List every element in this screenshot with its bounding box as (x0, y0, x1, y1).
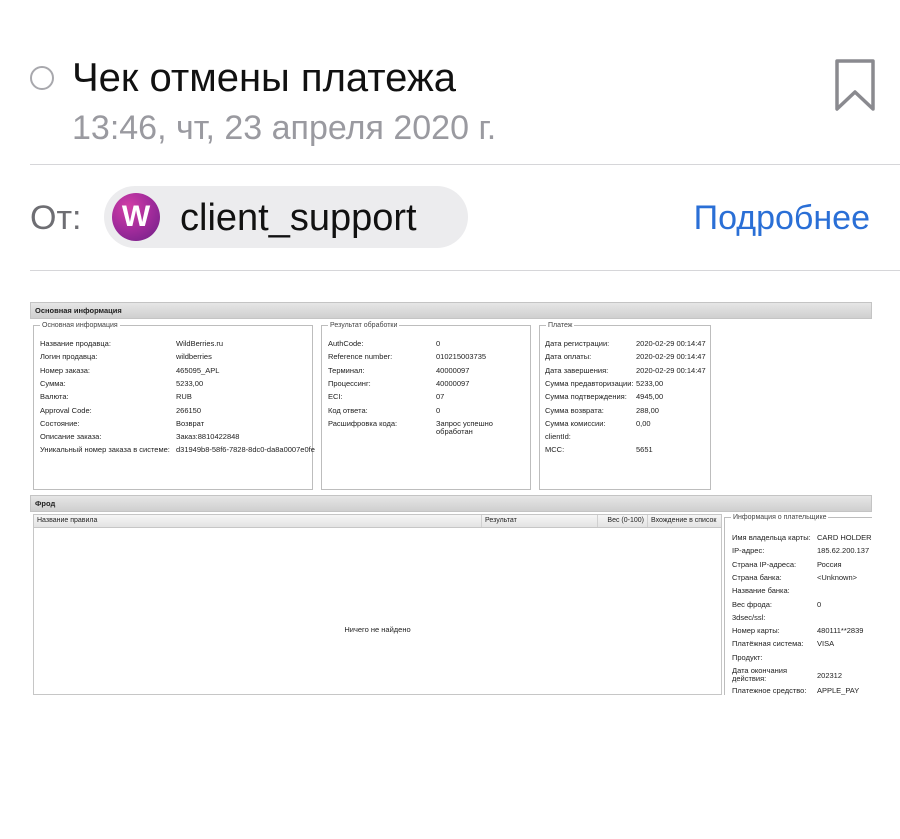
field-value: 5233,00 (636, 378, 664, 388)
field-value: 0,00 (636, 418, 651, 428)
message-date: 13:46, чт, 23 апреля 2020 г. (72, 109, 497, 147)
field-value-continued: обработан (436, 426, 473, 436)
field-value: 40000097 (436, 378, 470, 388)
field-label: Дата регистрации: (545, 339, 610, 348)
field-label: Сумма: (40, 378, 66, 388)
details-link[interactable]: Подробнее (694, 196, 870, 240)
field-value: 010215003735 (436, 352, 487, 362)
field-value: 0 (436, 339, 441, 348)
field-label: Расшифровка кода: (328, 418, 398, 428)
fraud-section-bar: Фрод (30, 495, 872, 512)
field-label: Дата оплаты: (545, 352, 592, 362)
field-value: d31949b8-58f6-7828-8dc0-da8a0007e0fe (176, 445, 315, 455)
field-label: IP-адрес: (732, 546, 765, 556)
field-value: wildberries (176, 352, 212, 362)
field-value: 40000097 (436, 365, 470, 375)
column-header-weight[interactable]: Вес (0-100) (598, 515, 648, 527)
field-label: Сумма возврата: (545, 405, 604, 415)
field-label: Состояние: (40, 418, 80, 428)
field-label: Сумма комиссии: (545, 418, 606, 428)
sender-name: client_support (180, 197, 417, 239)
payer-info-legend: Информация о плательщике (733, 514, 827, 521)
field-label: Валюта: (40, 392, 69, 402)
column-header-list-entry[interactable]: Вхождение в список (648, 515, 721, 527)
fraud-rules-table: Название правила Результат Вес (0-100) В… (33, 514, 722, 695)
field-value: RUB (176, 392, 192, 402)
field-label: 3dsec/ssl: (732, 612, 766, 622)
field-label: Дата завершения: (545, 365, 609, 375)
field-label: Страна банка: (732, 572, 782, 582)
field-value: 2020-02-29 00:14:47 (636, 365, 706, 375)
basic-info-legend: Основная информация (42, 322, 118, 329)
header-divider (30, 164, 900, 165)
empty-table-message: Ничего не найдено (344, 625, 411, 634)
field-label: Имя владельца карты: (732, 533, 811, 542)
field-label: Сумма подтверждения: (545, 392, 627, 402)
sender-divider (30, 270, 900, 271)
field-value: 465095_APL (176, 365, 220, 375)
fraud-table-header: Название правила Результат Вес (0-100) В… (34, 515, 721, 528)
field-value: Россия (817, 559, 842, 569)
field-label: Номер заказа: (40, 365, 91, 375)
field-value: 202312 (817, 671, 843, 680)
field-value: APPLE_PAY (817, 686, 860, 695)
field-value: 266150 (176, 405, 202, 415)
bookmark-icon[interactable] (834, 58, 876, 112)
field-value: 2020-02-29 00:14:47 (636, 352, 706, 362)
field-label: MCC: (545, 445, 565, 455)
field-label: Reference number: (328, 352, 393, 362)
field-label: AuthCode: (328, 339, 364, 348)
field-value: 07 (436, 392, 445, 402)
field-value: 2020-02-29 00:14:47 (636, 339, 706, 348)
field-label: Процессинг: (328, 378, 371, 388)
field-value: VISA (817, 639, 835, 649)
processing-result-legend: Результат обработки (330, 322, 398, 329)
report-screenshot: Основная информация Основная информация … (30, 300, 872, 695)
field-label-continued: действия: (732, 674, 767, 683)
field-value: <Unknown> (817, 572, 858, 582)
field-label: Страна IP-адреса: (732, 559, 797, 569)
field-value: Возврат (176, 418, 205, 428)
field-label: Продукт: (732, 652, 763, 662)
field-label: Описание заказа: (40, 432, 102, 442)
field-label: ECI: (328, 392, 343, 402)
field-value: Заказ:8810422848 (176, 432, 240, 442)
field-value: 0 (817, 599, 822, 609)
field-value: 185.62.200.137 (817, 546, 870, 556)
field-label: Approval Code: (40, 405, 92, 415)
field-label: Терминал: (328, 365, 365, 375)
column-header-rule-name[interactable]: Название правила (34, 515, 482, 527)
field-label: Уникальный номер заказа в системе: (40, 445, 170, 455)
field-value: 0 (436, 405, 441, 415)
unread-radio-button[interactable] (30, 66, 54, 90)
field-label: Номер карты: (732, 626, 780, 636)
field-label: Название продавца: (40, 339, 111, 348)
field-label: Логин продавца: (40, 352, 98, 362)
payment-legend: Платеж (548, 322, 573, 329)
field-label: Сумма предавторизации: (545, 378, 634, 388)
field-label: clientId: (545, 432, 571, 442)
field-value: CARD HOLDER (817, 533, 872, 542)
field-value: 5651 (636, 445, 653, 455)
field-label: Код ответа: (328, 405, 368, 415)
sender-avatar: W (112, 193, 160, 241)
message-title: Чек отмены платежа (72, 56, 456, 100)
field-value: WildBerries.ru (176, 339, 224, 348)
field-value: 5233,00 (176, 378, 204, 388)
from-label: От: (30, 199, 82, 237)
column-header-result[interactable]: Результат (482, 515, 598, 527)
field-label: Вес фрода: (732, 599, 772, 609)
field-value: 288,00 (636, 405, 659, 415)
main-info-section-bar: Основная информация (30, 302, 872, 319)
field-label: Название банка: (732, 586, 790, 596)
field-label: Платежное средство: (732, 686, 807, 695)
field-value: 480111**2839 (817, 626, 864, 636)
field-value: 4945,00 (636, 392, 664, 402)
field-label: Платёжная система: (732, 639, 804, 649)
